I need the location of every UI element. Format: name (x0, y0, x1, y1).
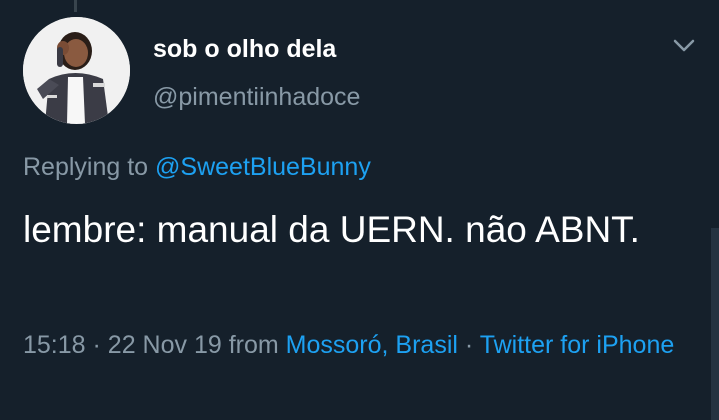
tweet-date: 22 Nov 19 (107, 331, 222, 359)
from-label: from (228, 331, 279, 359)
chevron-down-icon[interactable] (670, 34, 698, 56)
tweet-card: sob o olho dela @pimentiinhadoce Replyin… (0, 0, 719, 420)
meta-separator: · (92, 331, 101, 359)
meta-separator: · (464, 331, 474, 359)
thread-connector-line (74, 0, 77, 12)
display-name[interactable]: sob o olho dela (153, 34, 336, 64)
avatar[interactable] (23, 17, 130, 124)
reply-mention-link[interactable]: @SweetBlueBunny (155, 153, 371, 181)
tweet-meta: 15:18 · 22 Nov 19 from Mossoró, Brasil ·… (23, 325, 683, 365)
user-handle[interactable]: @pimentiinhadoce (153, 82, 360, 112)
replying-to-label: Replying to (23, 153, 149, 181)
scrollbar[interactable] (711, 228, 719, 420)
source-link[interactable]: Twitter for iPhone (480, 331, 675, 359)
tweet-time: 15:18 (23, 331, 86, 359)
profile-photo (23, 17, 130, 124)
tweet-text: lembre: manual da UERN. não ABNT. (23, 209, 640, 250)
replying-to-line: Replying to @SweetBlueBunny (23, 152, 371, 182)
location-link[interactable]: Mossoró, Brasil (286, 331, 458, 359)
